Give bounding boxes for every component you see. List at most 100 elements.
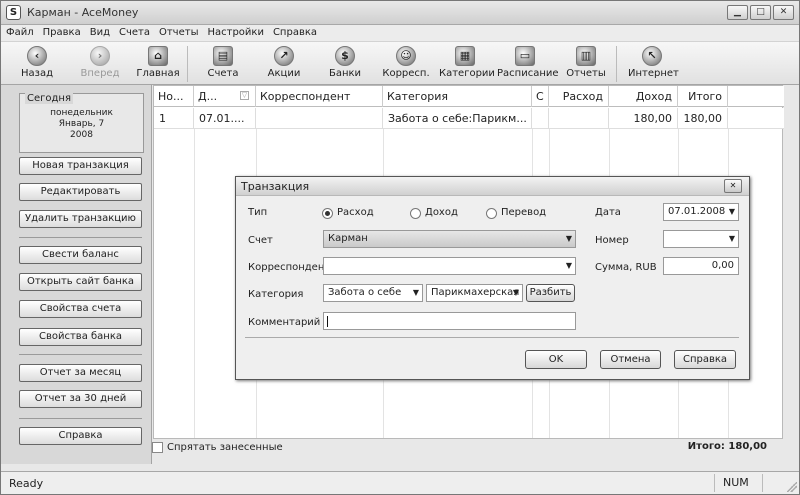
minimize-button[interactable]: ▁ (727, 5, 748, 20)
payee-label: Корреспондент (248, 262, 331, 273)
menu-settings[interactable]: Настройки (202, 25, 267, 38)
dialog-divider (245, 337, 739, 338)
reports-chart-icon: ▥ (576, 46, 596, 66)
today-title: Сегодня (25, 93, 73, 104)
expense-radio[interactable] (322, 208, 333, 219)
menu-edit[interactable]: Правка (38, 25, 85, 38)
status-num-lock: NUM (714, 474, 763, 492)
account-properties-button[interactable]: Свойства счета (19, 300, 142, 318)
toolbar-separator (616, 46, 617, 82)
number-select[interactable]: ▼ (663, 230, 739, 248)
table-row[interactable]: 1 07.01.... Забота о себе:Парикм... 180,… (154, 108, 784, 129)
dialog-close-button[interactable]: ✕ (724, 179, 742, 193)
stocks-label: Акции (267, 68, 301, 79)
sort-icon[interactable]: ▽ (240, 91, 249, 100)
dropdown-arrow-icon: ▼ (728, 207, 735, 216)
home-icon: ⌂ (148, 46, 168, 66)
cell-category: Забота о себе:Парикм... (383, 108, 532, 129)
cancel-button[interactable]: Отмена (600, 350, 661, 369)
window-title: Карман - AceMoney (27, 6, 139, 19)
bank-coin-icon: $ (335, 46, 355, 66)
accounts-label: Счета (207, 68, 239, 79)
account-select[interactable]: Карман ▼ (323, 230, 576, 248)
today-box: Сегодня понедельник Январь, 7 2008 (19, 93, 144, 153)
edit-button[interactable]: Редактировать (19, 183, 142, 201)
reports-button[interactable]: ▥ Отчеты (565, 46, 607, 83)
categories-button[interactable]: ▦ Категории (439, 46, 495, 83)
menu-help[interactable]: Справка (268, 25, 321, 38)
split-button[interactable]: Разбить (526, 284, 575, 302)
help-button[interactable]: Справка (19, 427, 142, 445)
comment-input[interactable] (323, 312, 576, 330)
banks-button[interactable]: $ Банки (325, 46, 365, 83)
transfer-radio-label[interactable]: Перевод (501, 207, 546, 218)
type-label: Тип (248, 207, 268, 218)
thirty-days-report-button[interactable]: Отчет за 30 дней (19, 390, 142, 408)
menu-view[interactable]: Вид (85, 25, 114, 38)
internet-label: Интернет (628, 68, 679, 79)
grid-header: Но... Д... ▽ Корреспондент Категория С Р… (154, 86, 784, 107)
forward-button[interactable]: › Вперед (77, 46, 123, 83)
category-select[interactable]: Забота о себе ▼ (323, 284, 423, 302)
back-button[interactable]: ‹ Назад (15, 46, 59, 83)
month-report-button[interactable]: Отчет за месяц (19, 364, 142, 382)
accounts-button[interactable]: ▤ Счета (201, 46, 245, 83)
payee-select[interactable]: ▼ (323, 257, 576, 275)
income-radio[interactable] (410, 208, 421, 219)
cell-date: 07.01.... (194, 108, 256, 129)
open-bank-site-button[interactable]: Открыть сайт банка (19, 273, 142, 291)
person-icon: ☺ (396, 46, 416, 66)
column-header-total[interactable]: Итого (678, 86, 728, 107)
stocks-button[interactable]: ↗ Акции (263, 46, 305, 83)
hide-cleared-checkbox[interactable] (152, 442, 163, 453)
banks-label: Банки (328, 68, 362, 79)
income-radio-label[interactable]: Доход (425, 207, 458, 218)
resize-grip-icon[interactable] (787, 482, 797, 492)
column-header-status[interactable]: С (532, 86, 549, 107)
column-header-expense[interactable]: Расход (549, 86, 609, 107)
window-controls: ▁ □ ✕ (725, 5, 794, 20)
schedule-button[interactable]: ▭ Расписание (497, 46, 559, 83)
cell-status (532, 108, 549, 129)
comment-label: Комментарий (248, 317, 321, 328)
cell-income: 180,00 (609, 108, 678, 129)
hide-cleared-label: Спрятать занесенные (167, 442, 283, 453)
maximize-button[interactable]: □ (750, 5, 771, 20)
dialog-title: Транзакция (241, 180, 310, 193)
column-header-category[interactable]: Категория (383, 86, 532, 107)
ok-button[interactable]: OK (525, 350, 587, 369)
delete-transaction-button[interactable]: Удалить транзакцию (19, 210, 142, 228)
menu-accounts[interactable]: Счета (114, 25, 154, 38)
dialog-help-button[interactable]: Справка (674, 350, 736, 369)
date-picker[interactable]: 07.01.2008 ▼ (663, 203, 739, 221)
sidebar-divider (19, 418, 142, 419)
dropdown-arrow-icon: ▼ (565, 261, 572, 270)
expense-radio-label[interactable]: Расход (337, 207, 374, 218)
column-header-income[interactable]: Доход (609, 86, 678, 107)
payees-label: Корресп. (382, 68, 430, 79)
home-button[interactable]: ⌂ Главная (135, 46, 181, 83)
menu-reports[interactable]: Отчеты (154, 25, 202, 38)
column-header-payee[interactable]: Корреспондент (256, 86, 383, 107)
grand-total: Итого: 180,00 (687, 441, 767, 452)
category-label: Категория (248, 289, 304, 300)
today-date: понедельник Январь, 7 2008 (20, 108, 143, 141)
transfer-radio[interactable] (486, 208, 497, 219)
today-year: 2008 (70, 130, 93, 140)
accounts-icon: ▤ (213, 46, 233, 66)
toolbar: ‹ Назад › Вперед ⌂ Главная ▤ Счета ↗ Акции $ Б… (1, 42, 799, 85)
close-button[interactable]: ✕ (773, 5, 794, 20)
left-panel: Сегодня понедельник Январь, 7 2008 Новая… (1, 85, 152, 464)
reconcile-button[interactable]: Свести баланс (19, 246, 142, 264)
payees-button[interactable]: ☺ Корресп. (381, 46, 431, 83)
subcategory-select[interactable]: Парикмахерская ▼ (426, 284, 523, 302)
new-transaction-button[interactable]: Новая транзакция (19, 157, 142, 175)
internet-cursor-icon: ↖ (642, 46, 662, 66)
column-header-number[interactable]: Но... (154, 86, 194, 107)
schedule-icon: ▭ (515, 46, 535, 66)
bank-properties-button[interactable]: Свойства банка (19, 328, 142, 346)
menu-file[interactable]: Файл (1, 25, 38, 38)
account-label: Счет (248, 235, 273, 246)
internet-button[interactable]: ↖ Интернет (628, 46, 679, 83)
amount-input[interactable]: 0,00 (663, 257, 739, 275)
